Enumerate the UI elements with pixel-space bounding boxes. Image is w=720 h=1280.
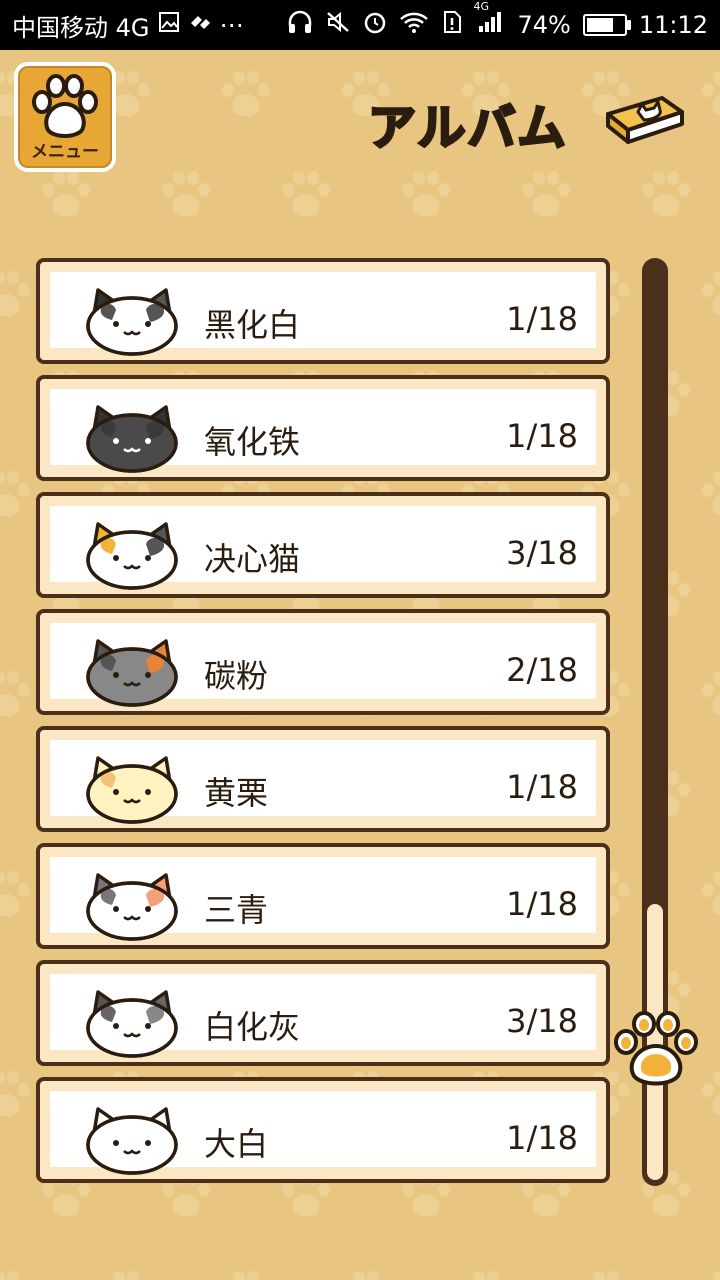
background-paw-icon xyxy=(702,71,720,116)
headphones-icon xyxy=(287,10,313,40)
cat-name: 三青 xyxy=(204,891,269,929)
background-paw-icon xyxy=(702,871,720,916)
more-notifications-icon: ⋯ xyxy=(219,11,244,39)
background-paw-icon xyxy=(222,71,270,117)
page-title: アルバム xyxy=(367,99,568,158)
cat-row[interactable]: 碳粉 2/18 xyxy=(36,609,610,715)
cat-name: 黑化白 xyxy=(204,306,301,344)
cat-face-icon xyxy=(86,639,178,707)
status-bar: 中国移动 4G ⋯ 4G 74% 11:12 xyxy=(0,0,720,50)
cat-row-card: 黑化白 1/18 xyxy=(50,272,596,356)
network-type-label: 4G xyxy=(473,0,490,13)
cat-photo-count: 3/18 xyxy=(506,1002,578,1040)
image-notification-icon xyxy=(158,11,180,39)
cat-row[interactable]: 黑化白 1/18 xyxy=(36,258,610,364)
background-paw-icon xyxy=(0,1071,30,1117)
cat-face-icon xyxy=(86,522,178,590)
cat-name: 氧化铁 xyxy=(204,423,301,461)
paw-scroll-handle-icon[interactable] xyxy=(612,1010,702,1090)
background-paw-icon xyxy=(702,271,720,316)
cat-face-icon xyxy=(86,990,178,1058)
cat-row-card: 三青 1/18 xyxy=(50,857,596,941)
cat-name: 大白 xyxy=(204,1125,269,1163)
cat-row[interactable]: 决心猫 3/18 xyxy=(36,492,610,598)
background-paw-icon xyxy=(282,171,330,217)
background-paw-icon xyxy=(702,471,720,516)
background-paw-icon xyxy=(713,1271,720,1280)
cat-face-icon xyxy=(86,873,178,941)
background-paw-icon xyxy=(0,471,30,517)
menu-button[interactable]: メニュー xyxy=(14,62,116,172)
clock: 11:12 xyxy=(638,11,708,39)
cat-photo-count: 1/18 xyxy=(506,885,578,923)
background-paw-icon xyxy=(0,1271,19,1280)
cat-row[interactable]: 大白 1/18 xyxy=(36,1077,610,1183)
background-paw-icon xyxy=(42,171,90,217)
cat-name: 碳粉 xyxy=(204,657,269,695)
album-book-icon xyxy=(606,96,684,144)
background-paw-icon xyxy=(0,271,30,317)
sim-alert-icon xyxy=(441,10,463,40)
background-paw-icon xyxy=(402,171,450,217)
signal-icon: 4G xyxy=(473,0,505,40)
background-paw-icon xyxy=(522,171,570,217)
background-paw-icon xyxy=(162,171,210,217)
cat-row-card: 碳粉 2/18 xyxy=(50,623,596,707)
background-paw-icon xyxy=(113,1271,139,1280)
cat-row-card: 白化灰 3/18 xyxy=(50,974,596,1058)
paw-icon xyxy=(32,74,98,138)
cat-row[interactable]: 黄栗 1/18 xyxy=(36,726,610,832)
cat-face-icon xyxy=(86,288,178,356)
menu-label: メニュー xyxy=(31,142,99,162)
battery-level xyxy=(586,18,614,32)
cat-photo-count: 1/18 xyxy=(506,1119,578,1157)
cat-row[interactable]: 氧化铁 1/18 xyxy=(36,375,610,481)
battery-icon xyxy=(582,14,631,36)
background-paw-icon xyxy=(353,1271,379,1280)
cat-row[interactable]: 白化灰 3/18 xyxy=(36,960,610,1066)
cat-photo-count: 3/18 xyxy=(506,534,578,572)
background-paw-icon xyxy=(702,1071,720,1116)
cat-photo-count: 1/18 xyxy=(506,417,578,455)
background-paw-icon xyxy=(0,871,30,917)
cat-face-icon xyxy=(86,1107,178,1175)
cat-photo-count: 1/18 xyxy=(506,300,578,338)
cat-photo-count: 2/18 xyxy=(506,651,578,689)
cat-photo-count: 1/18 xyxy=(506,768,578,806)
cat-row-card: 决心猫 3/18 xyxy=(50,506,596,590)
carrier-label: 中国移动 4G xyxy=(12,13,150,42)
cat-row-card: 氧化铁 1/18 xyxy=(50,389,596,473)
wifi-icon xyxy=(399,10,429,40)
cat-row-card: 黄栗 1/18 xyxy=(50,740,596,824)
background-paw-icon xyxy=(642,171,690,217)
background-paw-icon xyxy=(0,671,30,717)
background-paw-icon xyxy=(702,671,720,716)
background-paw-icon xyxy=(593,1271,619,1280)
battery-percent: 74% xyxy=(517,11,571,39)
cat-row-card: 大白 1/18 xyxy=(50,1091,596,1175)
cat-row[interactable]: 三青 1/18 xyxy=(36,843,610,949)
background-paw-icon xyxy=(473,1271,499,1280)
alarm-icon xyxy=(363,10,387,40)
tool-notification-icon xyxy=(188,11,212,39)
background-paw-icon xyxy=(233,1271,259,1280)
cat-face-icon xyxy=(86,756,178,824)
cat-face-icon xyxy=(86,405,178,473)
mute-icon xyxy=(325,10,351,40)
cat-name: 决心猫 xyxy=(204,540,301,578)
cat-name: 白化灰 xyxy=(204,1008,301,1046)
cat-name: 黄栗 xyxy=(204,774,269,812)
